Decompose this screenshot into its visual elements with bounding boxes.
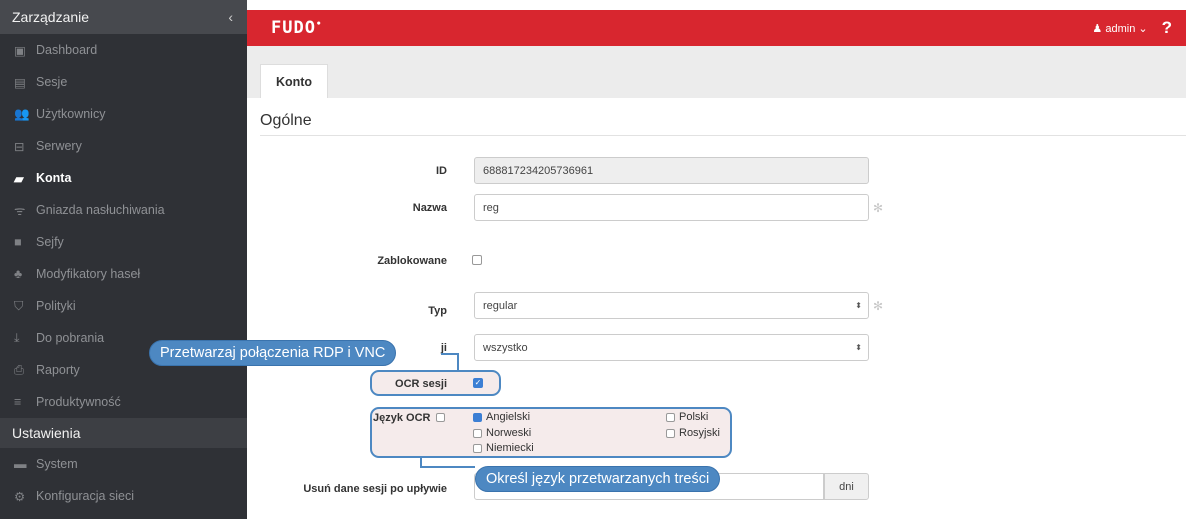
sidebar-item-label: Raporty	[36, 363, 80, 377]
name-field[interactable]: reg	[474, 194, 869, 221]
sidebar-item-sesje[interactable]: ▤ Sesje	[0, 66, 247, 98]
ocr-label: OCR sesji	[395, 378, 447, 390]
users-icon: 👥	[14, 106, 30, 121]
sidebar-item-produktywność[interactable]: ≡ Produktywność	[0, 386, 247, 418]
required-icon: ✻	[873, 201, 884, 215]
sidebar-item-sejfy[interactable]: ■ Sejfy	[0, 226, 247, 258]
days-unit: dni	[824, 473, 869, 500]
section-divider	[260, 135, 1186, 136]
sidebar-item-label: Produktywność	[36, 395, 121, 409]
id-field: 688817234205736961	[474, 157, 869, 184]
sidebar-section-ustawienia: Ustawienia	[0, 418, 247, 448]
callout-connector	[420, 458, 475, 468]
language-option[interactable]: Rosyjski	[666, 427, 720, 439]
checkbox-icon	[666, 428, 675, 438]
blocked-checkbox[interactable]	[472, 255, 482, 265]
top-bar: FUDO• ♟ admin ⌄ ?	[247, 10, 1186, 46]
language-option[interactable]: Niemiecki	[473, 442, 534, 454]
sidebar-item-label: System	[36, 457, 78, 471]
section-title: Ogólne	[260, 112, 312, 129]
fudo-logo: FUDO•	[271, 18, 323, 38]
folder-icon: ▬	[14, 457, 27, 471]
server-icon: ⊟	[14, 139, 25, 154]
sidebar-item-label: Konta	[36, 171, 72, 185]
rss-icon: ᯤ	[14, 203, 26, 218]
help-button[interactable]: ?	[1162, 18, 1172, 38]
sidebar-item-label: Konfiguracja sieci	[36, 489, 134, 503]
required-icon: ✻	[873, 299, 884, 313]
callout-language: Określ język przetwarzanych treści	[475, 466, 721, 492]
sidebar-item-label: Dashboard	[36, 43, 98, 57]
sidebar-item-label: Sesje	[36, 75, 68, 89]
sidebar-item-label: Użytkownicy	[36, 107, 106, 121]
sidebar-item-system[interactable]: ▬ System	[0, 448, 247, 480]
book-icon: ▰	[14, 171, 24, 186]
sidebar-item-label: Sejfy	[36, 235, 64, 249]
sidebar: Zarządzanie ‹ ▣ Dashboard ▤ Sesje 👥 Użytkowni…	[0, 0, 247, 519]
sidebar-item-polityki[interactable]: ⛉ Polityki	[0, 290, 247, 322]
shield-icon: ⛉	[14, 298, 24, 313]
sidebar-item-użytkownicy[interactable]: 👥 Użytkownicy	[0, 98, 247, 130]
language-option[interactable]: Norweski	[473, 427, 531, 439]
delete-data-label: Usuń dane sesji po upływie	[303, 483, 447, 495]
language-option[interactable]: Polski	[666, 411, 708, 423]
safe-icon: ■	[14, 235, 22, 249]
list-icon: ≡	[14, 395, 22, 409]
user-menu[interactable]: ♟ admin ⌄	[1092, 22, 1147, 35]
tab-bar: Konto	[247, 46, 1186, 98]
ocr-checkbox[interactable]: ✓	[473, 378, 483, 388]
sidebar-item-label: Polityki	[36, 299, 76, 313]
callout-connector	[441, 353, 459, 370]
main-content: Konto Ogólne ID 688817234205736961 Nazwa…	[149, 46, 1186, 519]
name-label: Nazwa	[412, 202, 447, 214]
type-select[interactable]: regular ⬍	[474, 292, 869, 319]
callout-rdp-vnc: Przetwarzaj połączenia RDP i VNC	[149, 340, 397, 366]
select-arrow-icon: ⬍	[855, 301, 862, 310]
sidebar-item-label: Gniazda nasłuchiwania	[36, 203, 165, 217]
dashboard-icon: ▣	[14, 43, 26, 58]
checkbox-icon	[473, 443, 482, 453]
sidebar-item-dashboard[interactable]: ▣ Dashboard	[0, 34, 247, 66]
sidebar-item-serwery[interactable]: ⊟ Serwery	[0, 130, 247, 162]
sidebar-item-label: Modyfikatory haseł	[36, 267, 141, 281]
type-label: Typ	[428, 305, 447, 317]
user-name: admin	[1105, 22, 1136, 35]
sitemap-icon: ♣	[14, 267, 23, 281]
select-arrow-icon: ⬍	[855, 343, 862, 352]
chevron-down-icon: ⌄	[1138, 22, 1148, 35]
replace-select[interactable]: wszystko ⬍	[474, 334, 869, 361]
ocr-language-all-checkbox[interactable]	[436, 413, 445, 422]
user-icon: ♟	[1092, 22, 1103, 35]
sidebar-item-gniazda-nasłuchiwania[interactable]: ᯤ Gniazda nasłuchiwania	[0, 194, 247, 226]
film-icon: ▤	[14, 75, 26, 90]
language-option[interactable]: Angielski	[473, 411, 530, 423]
sidebar-item-label: Do pobrania	[36, 331, 105, 345]
sidebar-item-konta[interactable]: ▰ Konta	[0, 162, 247, 194]
download-icon: ⤓	[14, 330, 20, 345]
tab-konto[interactable]: Konto	[260, 64, 328, 98]
checkbox-icon	[473, 428, 482, 438]
checkbox-checked-icon	[473, 412, 482, 422]
print-icon: ⎙	[14, 362, 25, 377]
ocr-language-label: Język OCR	[373, 412, 431, 424]
cogs-icon: ⚙	[14, 489, 26, 504]
sidebar-header: Zarządzanie ‹	[0, 0, 247, 34]
sidebar-item-label: Serwery	[36, 139, 82, 153]
sidebar-item-modyfikatory-haseł[interactable]: ♣ Modyfikatory haseł	[0, 258, 247, 290]
sidebar-item-konfiguracja-sieci[interactable]: ⚙ Konfiguracja sieci	[0, 480, 247, 512]
blocked-label: Zablokowane	[377, 255, 447, 267]
checkbox-icon	[666, 412, 675, 422]
sidebar-title: Zarządzanie	[12, 9, 90, 25]
id-label: ID	[436, 165, 447, 177]
collapse-sidebar-icon[interactable]: ‹	[228, 9, 233, 25]
